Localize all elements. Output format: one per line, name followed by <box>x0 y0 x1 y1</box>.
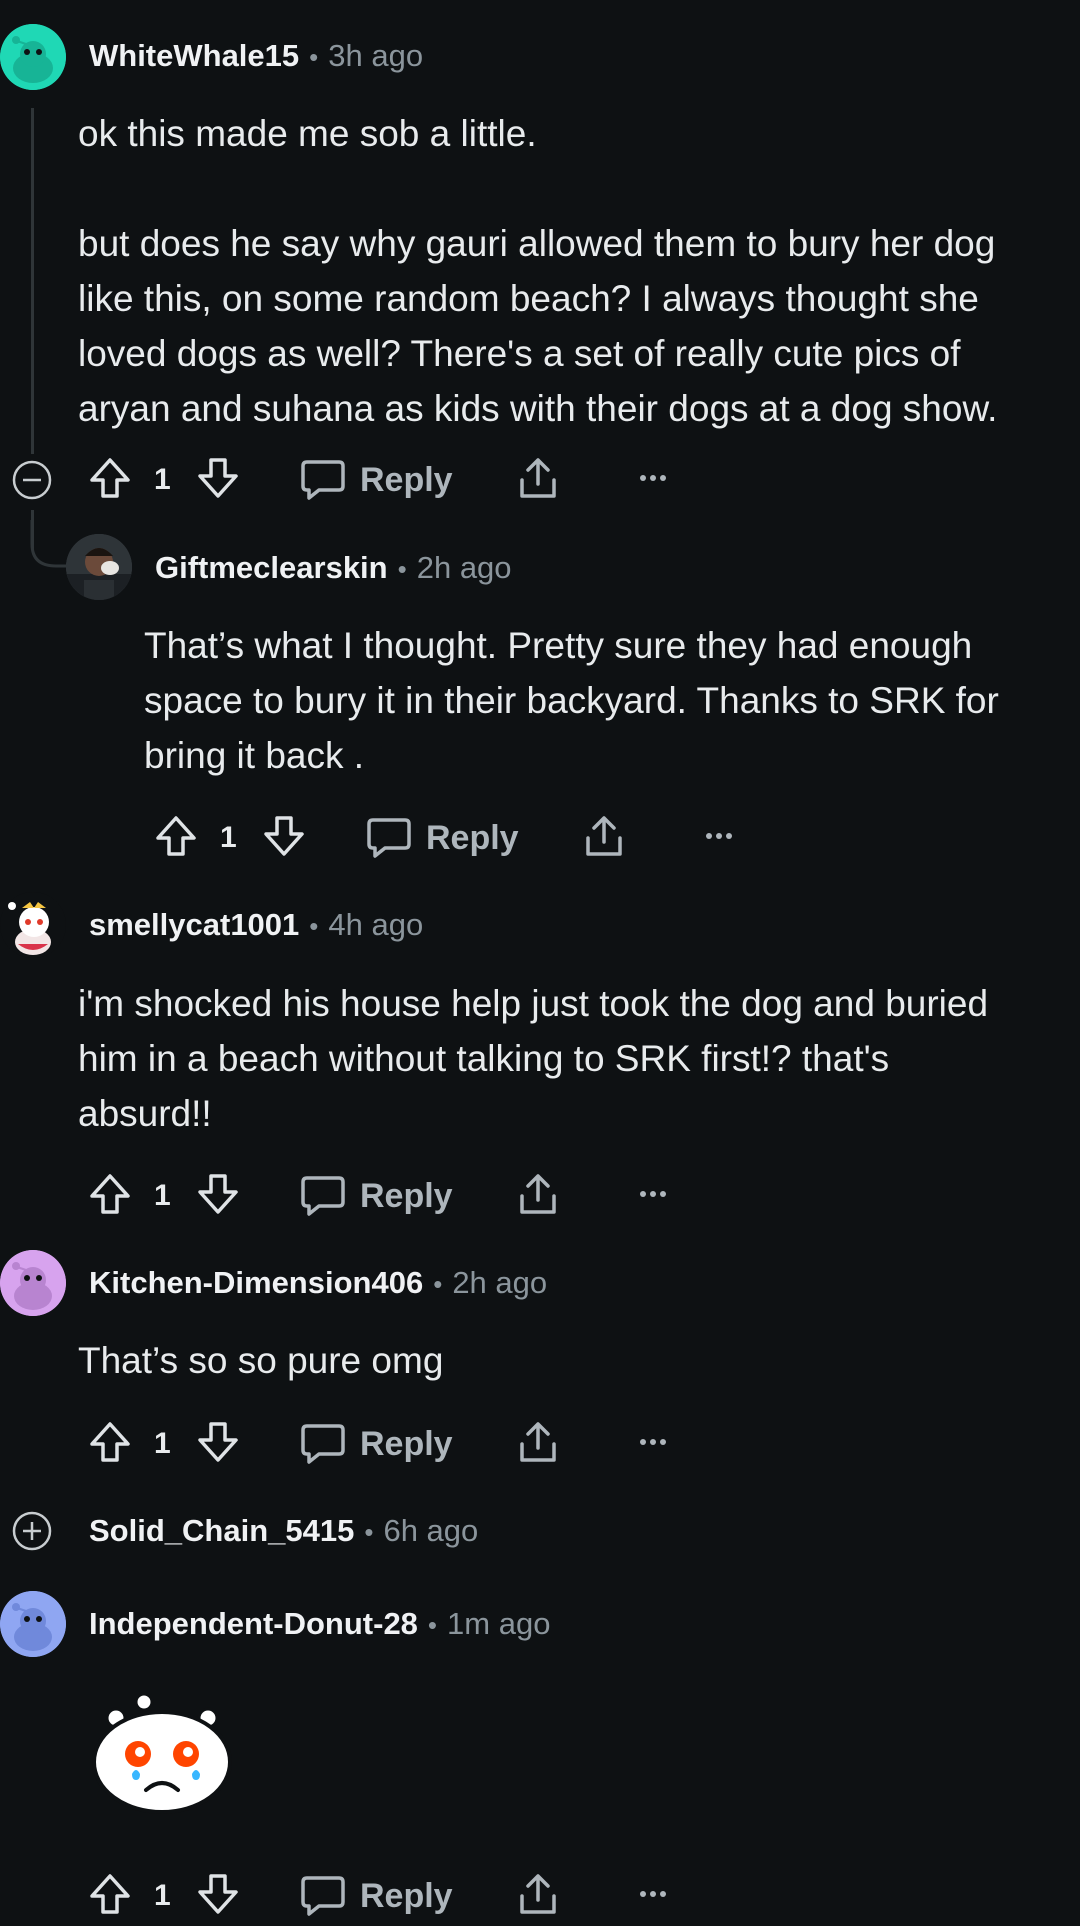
reply-button[interactable]: Reply <box>360 1418 453 1470</box>
comment-body: That’s so so pure omg <box>78 1340 444 1381</box>
reply-button[interactable]: Reply <box>426 812 519 864</box>
comment-body: That’s what I thought. Pretty sure they … <box>144 625 999 776</box>
timestamp: 2h ago <box>416 550 512 585</box>
separator-dot: • <box>433 1269 443 1299</box>
timestamp: 6h ago <box>383 1513 479 1548</box>
thread-line <box>31 108 34 454</box>
upvote-icon[interactable] <box>86 1170 134 1218</box>
vote-count: 1 <box>154 1879 171 1912</box>
reply-icon[interactable] <box>299 454 347 502</box>
share-icon[interactable] <box>514 454 562 502</box>
username[interactable]: Independent-Donut-28 <box>89 1606 418 1641</box>
comment-meta: smellycat1001 • 4h ago <box>89 905 423 946</box>
avatar[interactable] <box>0 24 66 90</box>
crying-snoo-emote <box>92 1692 232 1814</box>
username[interactable]: Solid_Chain_5415 <box>89 1513 354 1548</box>
vote-count: 1 <box>154 463 171 496</box>
reply-button[interactable]: Reply <box>360 454 453 506</box>
downvote-icon[interactable] <box>194 1418 242 1466</box>
reply-icon[interactable] <box>299 1170 347 1218</box>
avatar[interactable] <box>0 892 66 958</box>
avatar[interactable] <box>0 1250 66 1316</box>
reply-button[interactable]: Reply <box>360 1170 453 1222</box>
timestamp: 2h ago <box>452 1265 548 1300</box>
collapse-icon[interactable] <box>12 460 52 500</box>
comment-actions: 1 Reply <box>152 812 752 868</box>
more-options-icon[interactable] <box>629 1870 677 1918</box>
username[interactable]: Giftmeclearskin <box>155 550 388 585</box>
reply-icon[interactable] <box>299 1418 347 1466</box>
separator-dot: • <box>309 42 319 72</box>
username[interactable]: smellycat1001 <box>89 907 299 942</box>
username[interactable]: Kitchen-Dimension406 <box>89 1265 423 1300</box>
comment-meta: Kitchen-Dimension406 • 2h ago <box>89 1263 547 1304</box>
downvote-icon[interactable] <box>194 454 242 502</box>
comment-actions: 1 Reply <box>86 454 686 510</box>
avatar[interactable] <box>66 534 132 600</box>
timestamp: 1m ago <box>447 1606 551 1641</box>
vote-count: 1 <box>154 1427 171 1460</box>
downvote-icon[interactable] <box>194 1870 242 1918</box>
comment-meta: Independent-Donut-28 • 1m ago <box>89 1604 550 1645</box>
upvote-icon[interactable] <box>86 1870 134 1918</box>
comment-actions: 1 Reply <box>86 1870 686 1926</box>
comment-body: ok this made me sob a little. but does h… <box>78 113 998 429</box>
downvote-icon[interactable] <box>260 812 308 860</box>
reply-icon[interactable] <box>365 812 413 860</box>
share-icon[interactable] <box>514 1170 562 1218</box>
more-options-icon[interactable] <box>629 1170 677 1218</box>
vote-count: 1 <box>154 1179 171 1212</box>
separator-dot: • <box>427 1610 438 1640</box>
upvote-icon[interactable] <box>152 812 200 860</box>
expand-icon[interactable] <box>12 1511 52 1551</box>
share-icon[interactable] <box>580 812 628 860</box>
more-options-icon[interactable] <box>629 454 677 502</box>
username[interactable]: WhiteWhale15 <box>89 38 299 73</box>
comment-actions: 1 Reply <box>86 1418 686 1474</box>
thread-connector <box>30 520 68 568</box>
comment-meta-collapsed[interactable]: Solid_Chain_5415 • 6h ago <box>89 1511 478 1552</box>
separator-dot: • <box>309 911 319 941</box>
reply-icon[interactable] <box>299 1870 347 1918</box>
timestamp: 4h ago <box>328 907 424 942</box>
downvote-icon[interactable] <box>194 1170 242 1218</box>
share-icon[interactable] <box>514 1418 562 1466</box>
comment-meta: Giftmeclearskin • 2h ago <box>155 548 512 589</box>
more-options-icon[interactable] <box>695 812 743 860</box>
vote-count: 1 <box>220 821 237 854</box>
separator-dot: • <box>397 554 407 584</box>
comment-actions: 1 Reply <box>86 1170 686 1226</box>
comment-body: i'm shocked his house help just took the… <box>78 983 989 1134</box>
comment-meta: WhiteWhale15 • 3h ago <box>89 36 423 77</box>
reply-button[interactable]: Reply <box>360 1870 453 1922</box>
share-icon[interactable] <box>514 1870 562 1918</box>
timestamp: 3h ago <box>328 38 424 73</box>
upvote-icon[interactable] <box>86 1418 134 1466</box>
more-options-icon[interactable] <box>629 1418 677 1466</box>
separator-dot: • <box>364 1517 374 1547</box>
avatar[interactable] <box>0 1591 66 1657</box>
upvote-icon[interactable] <box>86 454 134 502</box>
